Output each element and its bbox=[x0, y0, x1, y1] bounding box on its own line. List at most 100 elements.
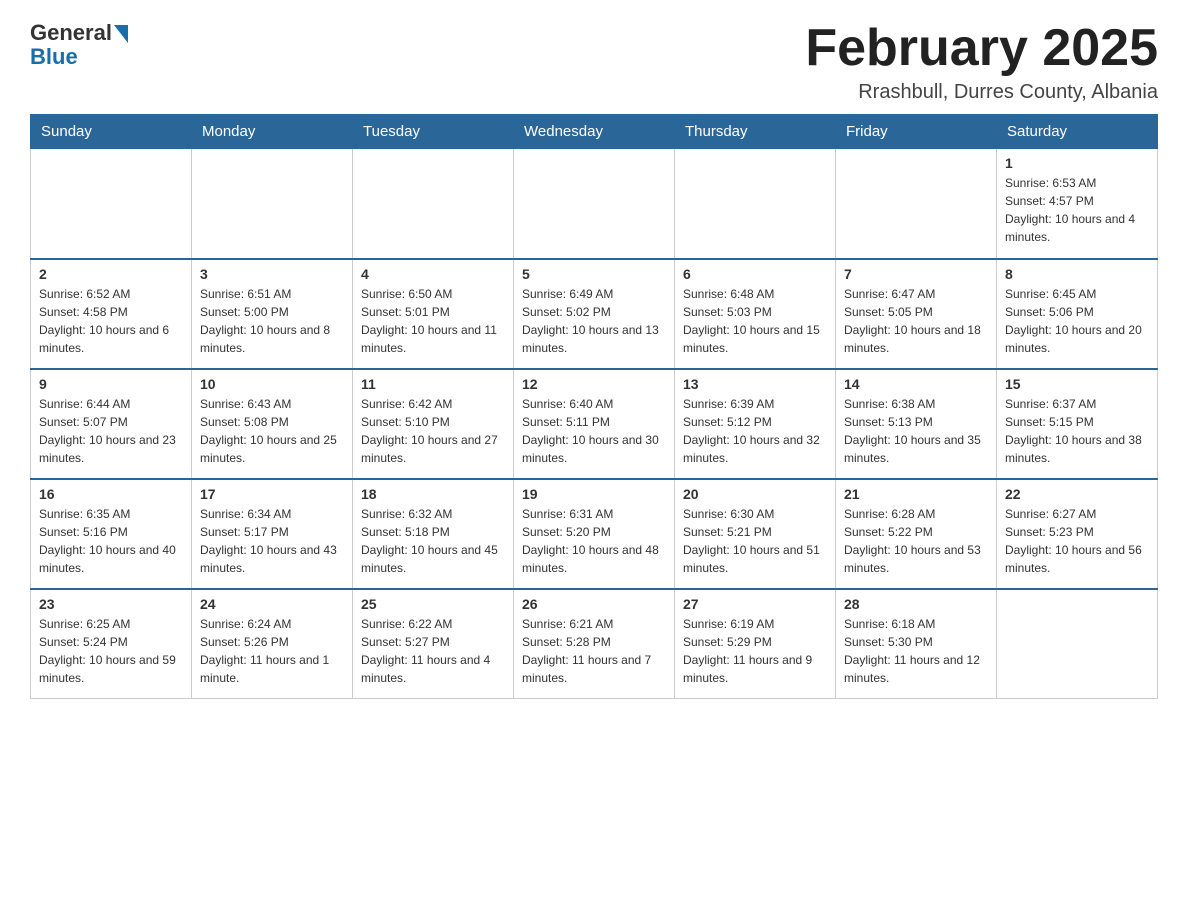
calendar-cell: 11Sunrise: 6:42 AM Sunset: 5:10 PM Dayli… bbox=[353, 369, 514, 479]
calendar-header-row: SundayMondayTuesdayWednesdayThursdayFrid… bbox=[31, 115, 1158, 149]
day-info: Sunrise: 6:38 AM Sunset: 5:13 PM Dayligh… bbox=[844, 395, 988, 467]
day-number: 7 bbox=[844, 266, 988, 282]
day-info: Sunrise: 6:43 AM Sunset: 5:08 PM Dayligh… bbox=[200, 395, 344, 467]
day-number: 3 bbox=[200, 266, 344, 282]
day-info: Sunrise: 6:22 AM Sunset: 5:27 PM Dayligh… bbox=[361, 615, 505, 687]
day-info: Sunrise: 6:25 AM Sunset: 5:24 PM Dayligh… bbox=[39, 615, 183, 687]
day-info: Sunrise: 6:48 AM Sunset: 5:03 PM Dayligh… bbox=[683, 285, 827, 357]
calendar-cell: 7 Sunrise: 6:47 AM Sunset: 5:05 PM Daylig… bbox=[836, 259, 997, 369]
day-info: Sunrise: 6:52 AM Sunset: 4:58 PM Dayligh… bbox=[39, 285, 183, 357]
calendar-cell: 23Sunrise: 6:25 AM Sunset: 5:24 PM Dayli… bbox=[31, 589, 192, 699]
calendar-cell: 27 Sunrise: 6:19 AM Sunset: 5:29 PM Dayli… bbox=[675, 589, 836, 699]
week-row: 16 Sunrise: 6:35 AM Sunset: 5:16 PM Dayli… bbox=[31, 479, 1158, 589]
day-number: 4 bbox=[361, 266, 505, 282]
page-header: General Blue February 2025 Rrashbull, Du… bbox=[30, 20, 1158, 104]
calendar-cell: 19 Sunrise: 6:31 AM Sunset: 5:20 PM Dayli… bbox=[514, 479, 675, 589]
calendar-cell: 4 Sunrise: 6:50 AM Sunset: 5:01 PM Daylig… bbox=[353, 259, 514, 369]
calendar-cell bbox=[31, 149, 192, 259]
day-number: 6 bbox=[683, 266, 827, 282]
calendar-cell bbox=[514, 149, 675, 259]
title-block: February 2025 Rrashbull, Durres County, … bbox=[805, 20, 1158, 104]
day-number: 16 bbox=[39, 486, 183, 502]
day-info: Sunrise: 6:18 AM Sunset: 5:30 PM Dayligh… bbox=[844, 615, 988, 687]
day-number: 14 bbox=[844, 376, 988, 392]
calendar-table: SundayMondayTuesdayWednesdayThursdayFrid… bbox=[30, 114, 1158, 699]
day-number: 18 bbox=[361, 486, 505, 502]
calendar-cell: 6 Sunrise: 6:48 AM Sunset: 5:03 PM Daylig… bbox=[675, 259, 836, 369]
day-number: 8 bbox=[1005, 266, 1149, 282]
calendar-cell: 26Sunrise: 6:21 AM Sunset: 5:28 PM Dayli… bbox=[514, 589, 675, 699]
logo-triangle-icon bbox=[114, 25, 128, 43]
day-number: 17 bbox=[200, 486, 344, 502]
day-of-week-header: Wednesday bbox=[514, 115, 675, 149]
calendar-cell: 12Sunrise: 6:40 AM Sunset: 5:11 PM Dayli… bbox=[514, 369, 675, 479]
day-info: Sunrise: 6:35 AM Sunset: 5:16 PM Dayligh… bbox=[39, 505, 183, 577]
day-info: Sunrise: 6:34 AM Sunset: 5:17 PM Dayligh… bbox=[200, 505, 344, 577]
day-info: Sunrise: 6:42 AM Sunset: 5:10 PM Dayligh… bbox=[361, 395, 505, 467]
calendar-cell bbox=[997, 589, 1158, 699]
calendar-cell: 24 Sunrise: 6:24 AM Sunset: 5:26 PM Dayli… bbox=[192, 589, 353, 699]
calendar-cell: 13Sunrise: 6:39 AM Sunset: 5:12 PM Dayli… bbox=[675, 369, 836, 479]
day-info: Sunrise: 6:49 AM Sunset: 5:02 PM Dayligh… bbox=[522, 285, 666, 357]
logo-general-text: General bbox=[30, 20, 112, 46]
logo: General Blue bbox=[30, 20, 128, 70]
logo-blue-text: Blue bbox=[30, 44, 78, 70]
day-number: 1 bbox=[1005, 155, 1149, 171]
day-number: 12 bbox=[522, 376, 666, 392]
day-of-week-header: Friday bbox=[836, 115, 997, 149]
calendar-cell: 2 Sunrise: 6:52 AM Sunset: 4:58 PM Daylig… bbox=[31, 259, 192, 369]
week-row: 1Sunrise: 6:53 AM Sunset: 4:57 PM Daylig… bbox=[31, 149, 1158, 259]
day-info: Sunrise: 6:32 AM Sunset: 5:18 PM Dayligh… bbox=[361, 505, 505, 577]
day-info: Sunrise: 6:44 AM Sunset: 5:07 PM Dayligh… bbox=[39, 395, 183, 467]
day-info: Sunrise: 6:51 AM Sunset: 5:00 PM Dayligh… bbox=[200, 285, 344, 357]
day-number: 15 bbox=[1005, 376, 1149, 392]
calendar-cell: 1Sunrise: 6:53 AM Sunset: 4:57 PM Daylig… bbox=[997, 149, 1158, 259]
calendar-cell: 5 Sunrise: 6:49 AM Sunset: 5:02 PM Daylig… bbox=[514, 259, 675, 369]
day-info: Sunrise: 6:24 AM Sunset: 5:26 PM Dayligh… bbox=[200, 615, 344, 687]
calendar-cell: 3 Sunrise: 6:51 AM Sunset: 5:00 PM Daylig… bbox=[192, 259, 353, 369]
calendar-cell: 14 Sunrise: 6:38 AM Sunset: 5:13 PM Dayli… bbox=[836, 369, 997, 479]
calendar-cell: 16 Sunrise: 6:35 AM Sunset: 5:16 PM Dayli… bbox=[31, 479, 192, 589]
day-of-week-header: Saturday bbox=[997, 115, 1158, 149]
month-title: February 2025 bbox=[805, 20, 1158, 77]
day-number: 20 bbox=[683, 486, 827, 502]
day-number: 24 bbox=[200, 596, 344, 612]
calendar-cell: 21 Sunrise: 6:28 AM Sunset: 5:22 PM Dayli… bbox=[836, 479, 997, 589]
day-info: Sunrise: 6:50 AM Sunset: 5:01 PM Dayligh… bbox=[361, 285, 505, 357]
day-info: Sunrise: 6:28 AM Sunset: 5:22 PM Dayligh… bbox=[844, 505, 988, 577]
day-number: 26 bbox=[522, 596, 666, 612]
day-info: Sunrise: 6:45 AM Sunset: 5:06 PM Dayligh… bbox=[1005, 285, 1149, 357]
day-number: 10 bbox=[200, 376, 344, 392]
day-number: 25 bbox=[361, 596, 505, 612]
day-info: Sunrise: 6:19 AM Sunset: 5:29 PM Dayligh… bbox=[683, 615, 827, 687]
calendar-cell: 28Sunrise: 6:18 AM Sunset: 5:30 PM Dayli… bbox=[836, 589, 997, 699]
day-info: Sunrise: 6:31 AM Sunset: 5:20 PM Dayligh… bbox=[522, 505, 666, 577]
calendar-cell: 17 Sunrise: 6:34 AM Sunset: 5:17 PM Dayli… bbox=[192, 479, 353, 589]
calendar-cell: 9 Sunrise: 6:44 AM Sunset: 5:07 PM Daylig… bbox=[31, 369, 192, 479]
calendar-cell: 10 Sunrise: 6:43 AM Sunset: 5:08 PM Dayli… bbox=[192, 369, 353, 479]
day-of-week-header: Monday bbox=[192, 115, 353, 149]
week-row: 23Sunrise: 6:25 AM Sunset: 5:24 PM Dayli… bbox=[31, 589, 1158, 699]
day-info: Sunrise: 6:30 AM Sunset: 5:21 PM Dayligh… bbox=[683, 505, 827, 577]
day-of-week-header: Sunday bbox=[31, 115, 192, 149]
calendar-cell: 20 Sunrise: 6:30 AM Sunset: 5:21 PM Dayli… bbox=[675, 479, 836, 589]
day-number: 27 bbox=[683, 596, 827, 612]
day-number: 2 bbox=[39, 266, 183, 282]
calendar-cell: 22Sunrise: 6:27 AM Sunset: 5:23 PM Dayli… bbox=[997, 479, 1158, 589]
logo-top: General bbox=[30, 20, 128, 46]
day-number: 22 bbox=[1005, 486, 1149, 502]
day-number: 19 bbox=[522, 486, 666, 502]
calendar-cell: 8 Sunrise: 6:45 AM Sunset: 5:06 PM Daylig… bbox=[997, 259, 1158, 369]
day-number: 9 bbox=[39, 376, 183, 392]
day-of-week-header: Thursday bbox=[675, 115, 836, 149]
calendar-cell bbox=[836, 149, 997, 259]
day-info: Sunrise: 6:47 AM Sunset: 5:05 PM Dayligh… bbox=[844, 285, 988, 357]
day-of-week-header: Tuesday bbox=[353, 115, 514, 149]
week-row: 9 Sunrise: 6:44 AM Sunset: 5:07 PM Daylig… bbox=[31, 369, 1158, 479]
week-row: 2 Sunrise: 6:52 AM Sunset: 4:58 PM Daylig… bbox=[31, 259, 1158, 369]
day-number: 5 bbox=[522, 266, 666, 282]
calendar-cell bbox=[353, 149, 514, 259]
day-number: 21 bbox=[844, 486, 988, 502]
calendar-cell bbox=[675, 149, 836, 259]
calendar-cell bbox=[192, 149, 353, 259]
